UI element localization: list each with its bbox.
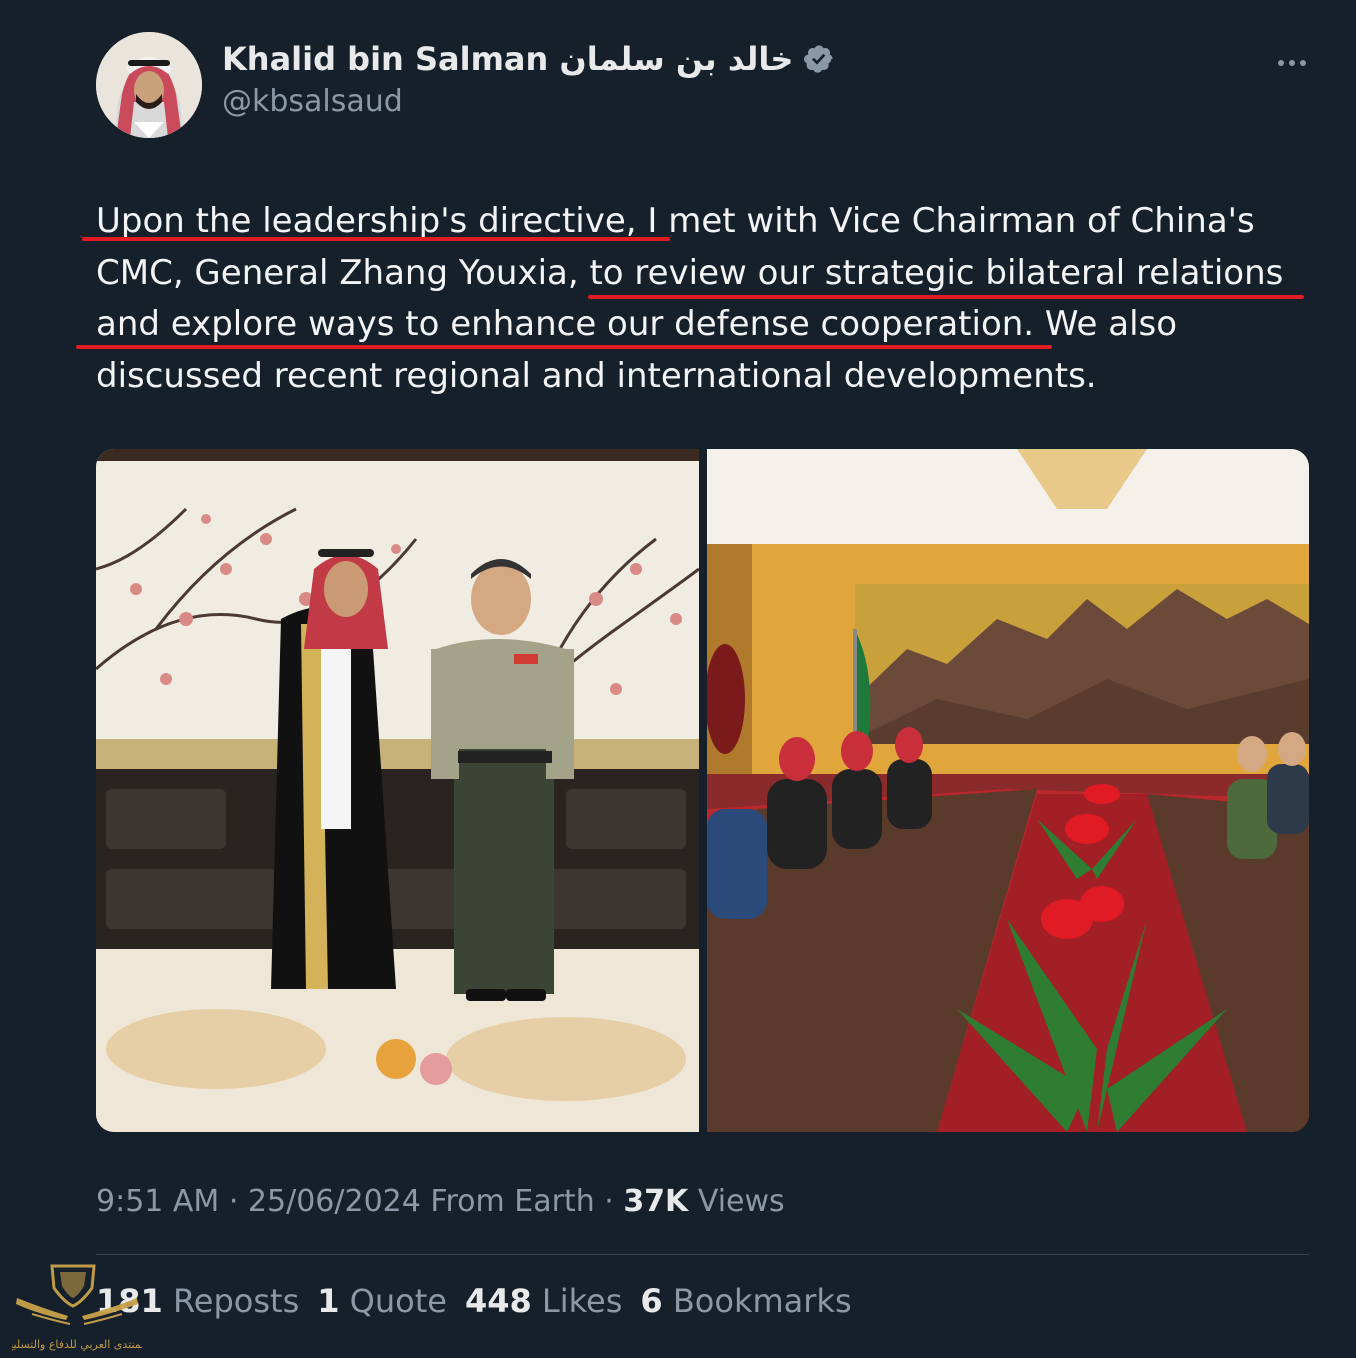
meta-separator: · xyxy=(594,1184,624,1219)
watermark-text: المنتدى العربي للدفاع والتسليح xyxy=(12,1338,142,1351)
media-grid xyxy=(96,449,1309,1132)
tweet-date[interactable]: 25/06/2024 xyxy=(248,1184,421,1219)
tweet-meta: 9:51 AM · 25/06/2024 From Earth · 37K Vi… xyxy=(96,1184,785,1219)
tweet-text-line: CMC, General Zhang Youxia, to review our… xyxy=(96,252,1284,293)
annotation-underline xyxy=(82,237,670,241)
engagement-stats: 181 Reposts 1 Quote 448 Likes 6 Bookmark… xyxy=(96,1282,852,1320)
bookmarks-count: 6 xyxy=(640,1282,663,1320)
photo-meeting-table[interactable] xyxy=(707,449,1309,1132)
more-options-icon[interactable] xyxy=(1270,48,1314,78)
bookmarks-stat[interactable]: 6 Bookmarks xyxy=(640,1282,851,1320)
reposts-label: Reposts xyxy=(172,1282,300,1320)
display-name-text: Khalid bin Salman خالد بن سلمان xyxy=(222,40,794,78)
likes-stat[interactable]: 448 Likes xyxy=(465,1282,622,1320)
annotation-underline xyxy=(76,345,1052,349)
tweet-text: Upon the leadership's directive, I met w… xyxy=(96,196,1316,402)
likes-count: 448 xyxy=(464,1282,532,1320)
meta-separator: · xyxy=(219,1184,248,1219)
forum-watermark-logo: المنتدى العربي للدفاع والتسليح xyxy=(6,1258,148,1354)
quotes-label: Quote xyxy=(349,1282,447,1320)
tweet-text-line: and explore ways to enhance our defense … xyxy=(96,304,1178,344)
bookmarks-label: Bookmarks xyxy=(672,1282,852,1320)
photo-officials-standing[interactable] xyxy=(96,449,699,1132)
annotation-underline xyxy=(588,295,1304,299)
views-count: 37K xyxy=(623,1184,689,1219)
tweet-text-line: discussed recent regional and internatio… xyxy=(96,355,1097,396)
avatar[interactable] xyxy=(96,32,202,138)
tweet-source: From Earth xyxy=(430,1184,595,1219)
verified-badge-icon xyxy=(804,45,834,73)
display-name[interactable]: Khalid bin Salman خالد بن سلمان xyxy=(222,40,835,78)
quotes-stat[interactable]: 1 Quote xyxy=(317,1282,447,1320)
author-handle[interactable]: @kbsalsaud xyxy=(222,84,403,119)
tweet-time[interactable]: 9:51 AM xyxy=(96,1184,219,1219)
quotes-count: 1 xyxy=(317,1282,340,1320)
divider xyxy=(96,1254,1309,1255)
likes-label: Likes xyxy=(541,1282,623,1320)
views-label: Views xyxy=(697,1184,785,1219)
